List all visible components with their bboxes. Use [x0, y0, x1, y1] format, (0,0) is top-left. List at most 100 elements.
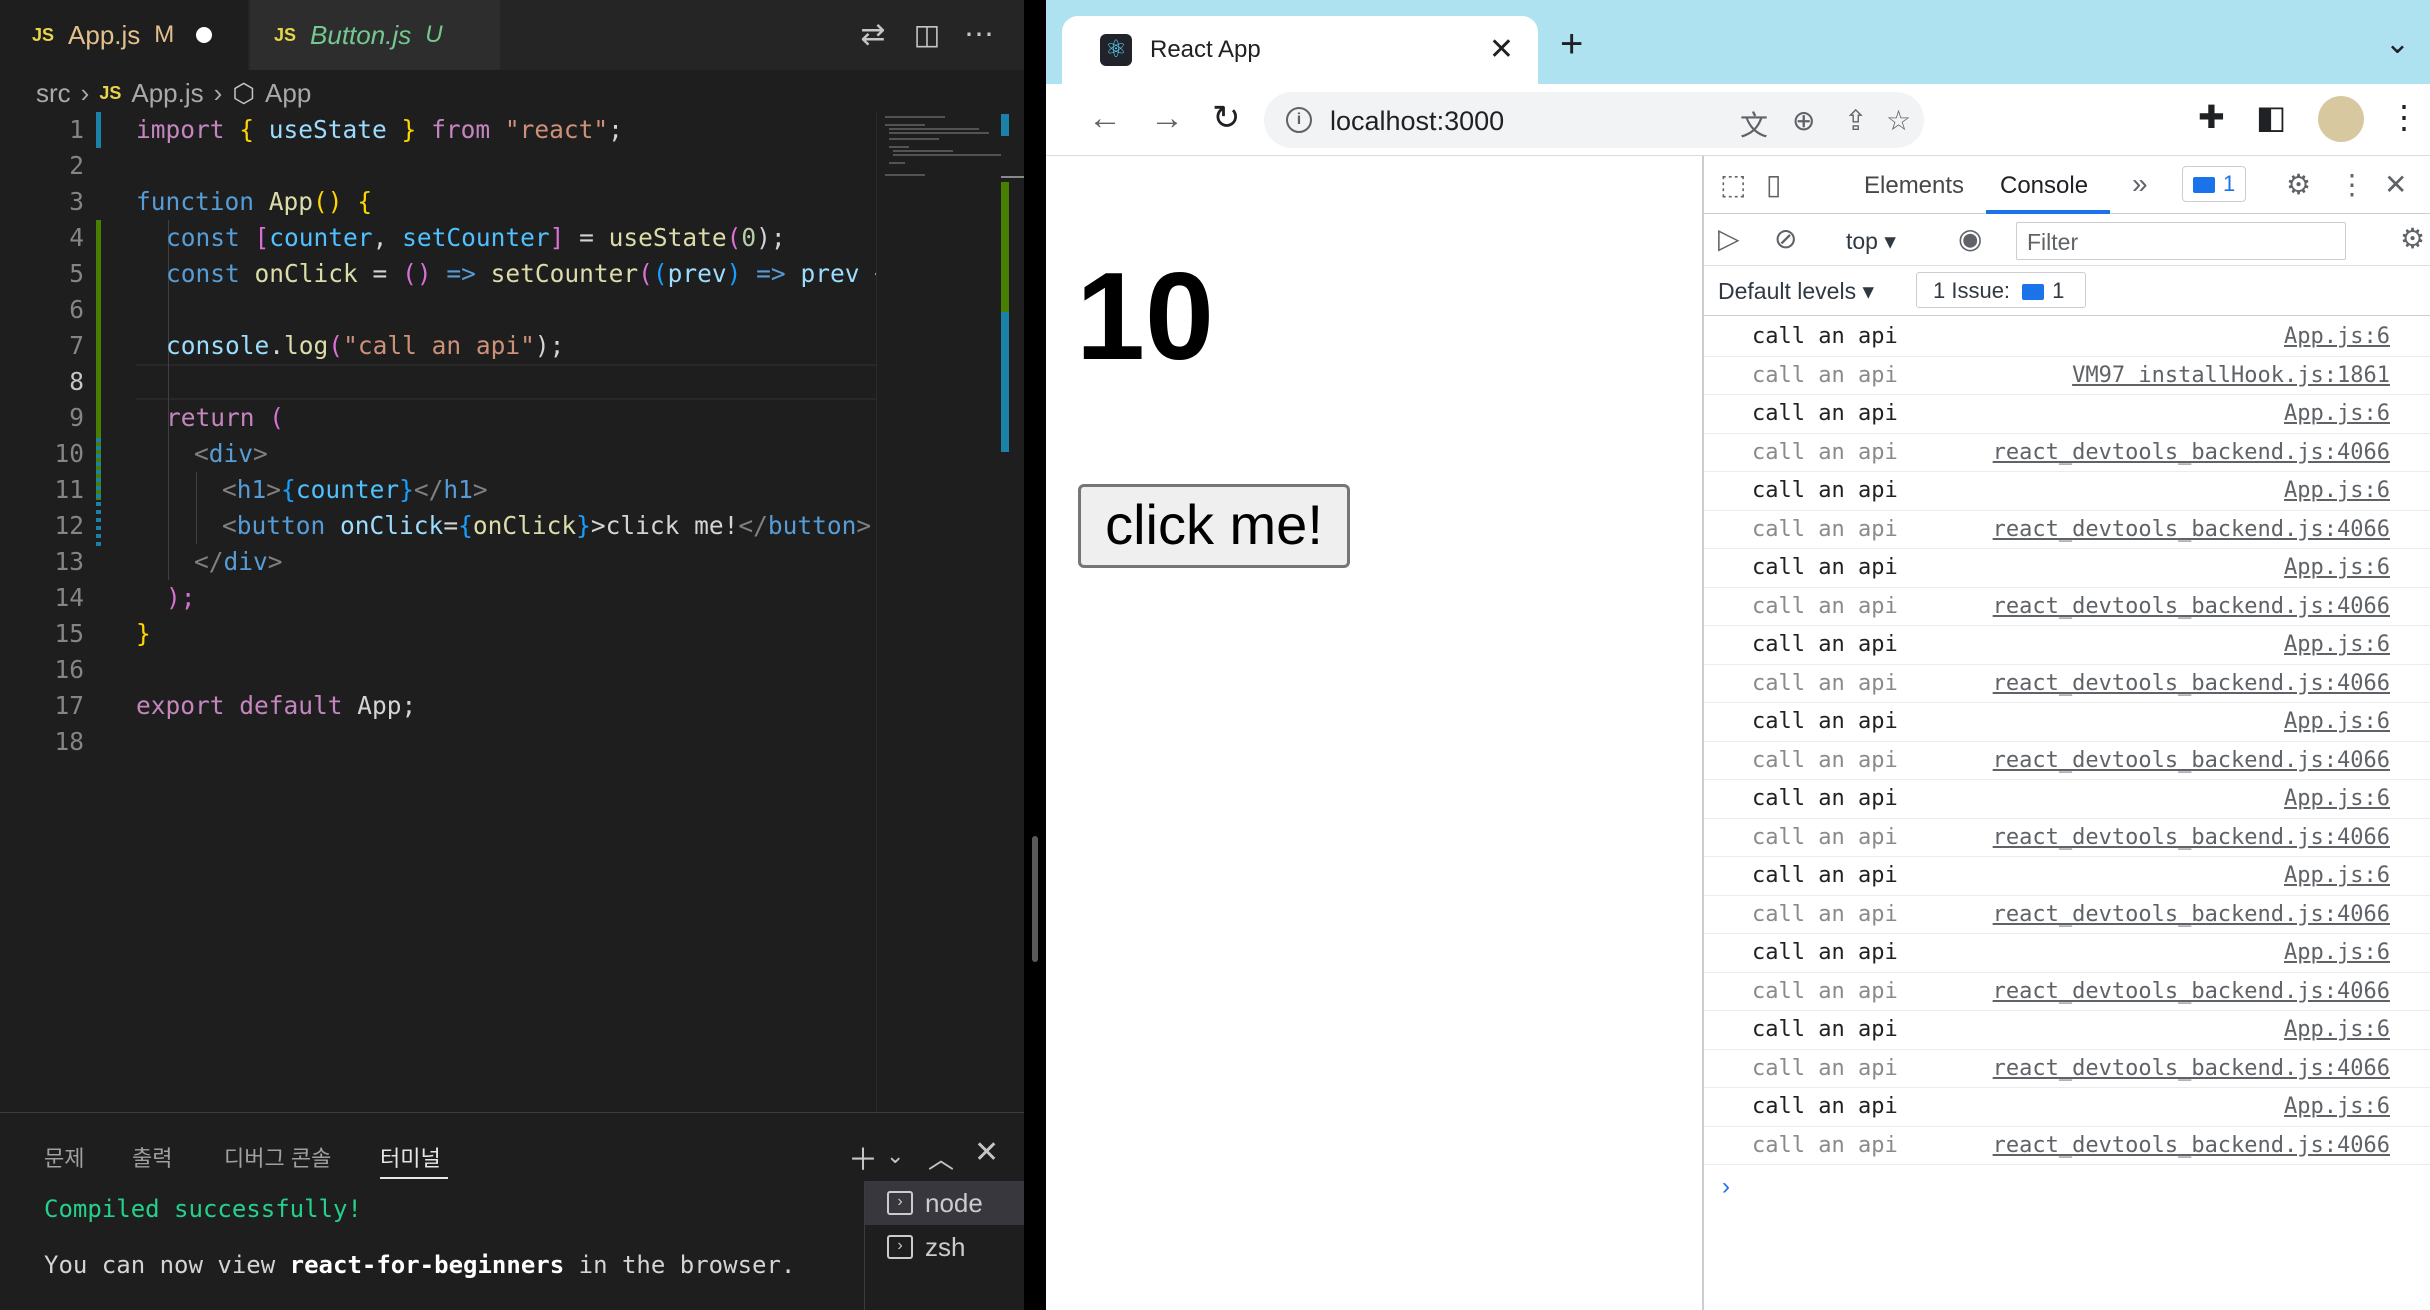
log-message: call an api [1752, 709, 1898, 734]
log-source-link[interactable]: App.js:6 [2284, 1088, 2390, 1126]
chrome-menu-icon[interactable]: ⋮ [2388, 98, 2420, 136]
log-source-link[interactable]: App.js:6 [2284, 549, 2390, 587]
tab-debug-console[interactable]: 디버그 콘솔 [224, 1141, 331, 1173]
issues-button[interactable]: 1 Issue: 1 [1916, 272, 2086, 308]
log-message: call an api [1752, 1094, 1898, 1119]
inspect-element-icon[interactable]: ⬚ [1720, 168, 1746, 201]
resize-handle[interactable] [1032, 836, 1038, 962]
browser-tab[interactable]: ⚛ React App ✕ [1062, 16, 1538, 84]
code-line: 15} [0, 616, 876, 652]
editor-scrollbar[interactable] [1001, 112, 1024, 1112]
log-message: call an api [1752, 1132, 1898, 1158]
tab-console[interactable]: Console [2000, 172, 2088, 200]
translate-icon[interactable]: 文 [1740, 104, 1768, 144]
log-source-link[interactable]: react_devtools_backend.js:4066 [1993, 896, 2390, 934]
profile-avatar[interactable] [2318, 96, 2364, 142]
console-log-row: call an api App.js:6 [1704, 626, 2430, 665]
tab-button-js[interactable]: JS Button.js U [250, 0, 500, 70]
address-bar[interactable]: i localhost:3000 文 ⊕ ⇪ ☆ [1264, 92, 1924, 148]
log-source-link[interactable]: VM97 installHook.js:1861 [2072, 357, 2390, 395]
line-number: 11 [54, 475, 84, 504]
context-selector[interactable]: top ▾ [1846, 228, 1896, 255]
code-editor[interactable]: 1 import { useState } from "react"; 2 3 fu… [0, 112, 889, 1112]
close-tab-icon[interactable]: ✕ [1489, 32, 1514, 67]
chevron-down-icon[interactable]: ⌄ [2385, 26, 2410, 61]
click-me-button[interactable]: click me! [1078, 484, 1350, 568]
show-sidebar-icon[interactable]: ▷ [1718, 222, 1740, 255]
log-source-link[interactable]: react_devtools_backend.js:4066 [1993, 434, 2390, 472]
device-toolbar-icon[interactable]: ▯ [1766, 168, 1781, 201]
log-source-link[interactable]: react_devtools_backend.js:4066 [1993, 665, 2390, 703]
tab-terminal[interactable]: 터미널 [380, 1141, 441, 1173]
tab-problems[interactable]: 문제 [44, 1141, 84, 1173]
extensions-puzzle-icon[interactable]: ✚ [2198, 98, 2225, 136]
tab-elements[interactable]: Elements [1864, 172, 1964, 200]
log-source-link[interactable]: react_devtools_backend.js:4066 [1993, 511, 2390, 549]
log-source-link[interactable]: react_devtools_backend.js:4066 [1993, 742, 2390, 780]
clear-console-icon[interactable]: ⊘ [1774, 222, 1797, 255]
split-editor-icon[interactable]: ◫ [910, 18, 944, 52]
filter-input[interactable]: Filter [2016, 222, 2346, 260]
log-source-link[interactable]: App.js:6 [2284, 780, 2390, 818]
more-options-icon[interactable]: ⋮ [2338, 168, 2366, 201]
breadcrumb-symbol[interactable]: App [265, 78, 311, 109]
log-source-link[interactable]: react_devtools_backend.js:4066 [1993, 973, 2390, 1011]
new-terminal-icon[interactable]: ＋ [848, 1135, 878, 1179]
code-line: 9 return ( [0, 400, 876, 436]
more-actions-icon[interactable]: ⋯ [962, 18, 996, 52]
console-toolbar: ▷ ⊘ top ▾ ◉ Filter ⚙ [1704, 214, 2430, 266]
tab-output[interactable]: 출력 [132, 1141, 172, 1173]
unsaved-dot-icon[interactable] [196, 27, 213, 43]
share-icon[interactable]: ⇪ [1844, 104, 1867, 137]
line-number: 2 [69, 151, 84, 180]
open-changes-icon[interactable]: ⇄ [856, 18, 890, 52]
code-line: 13 </div> [0, 544, 876, 580]
breadcrumb-file[interactable]: App.js [131, 78, 203, 109]
maximize-panel-icon[interactable]: ︿ [928, 1139, 954, 1176]
log-source-link[interactable]: App.js:6 [2284, 395, 2390, 433]
forward-arrow-icon[interactable]: → [1150, 98, 1184, 138]
log-source-link[interactable]: App.js:6 [2284, 626, 2390, 664]
live-expression-eye-icon[interactable]: ◉ [1958, 222, 1982, 255]
devtools-tab-bar: ⬚ ▯ Elements Console » 1 ⚙ ⋮ ✕ [1704, 156, 2430, 214]
zoom-icon[interactable]: ⊕ [1792, 104, 1815, 137]
log-source-link[interactable]: App.js:6 [2284, 934, 2390, 972]
more-tabs-icon[interactable]: » [2132, 168, 2148, 200]
side-panel-icon[interactable]: ◧ [2256, 98, 2286, 136]
tab-strip: ⚛ React App ✕ + ⌄ [1046, 0, 2430, 84]
terminal-output-line: You can now view react-for-beginners in … [44, 1251, 796, 1279]
browser-toolbar: ← → ↻ i localhost:3000 文 ⊕ ⇪ ☆ ✚ ◧ ⋮ [1046, 84, 2430, 156]
chevron-right-icon: › [80, 77, 90, 108]
terminal-node[interactable]: › node [865, 1181, 1025, 1225]
log-source-link[interactable]: App.js:6 [2284, 472, 2390, 510]
console-settings-gear-icon[interactable]: ⚙ [2400, 222, 2425, 255]
close-devtools-icon[interactable]: ✕ [2384, 168, 2407, 201]
reload-icon[interactable]: ↻ [1212, 98, 1241, 138]
console-prompt-icon[interactable]: › [1722, 1173, 1730, 1201]
url-text[interactable]: localhost:3000 [1330, 106, 1504, 137]
levels-dropdown[interactable]: Default levels ▾ [1718, 278, 1874, 305]
console-log-row: call an api react_devtools_backend.js:406… [1704, 511, 2430, 549]
line-number: 4 [69, 223, 84, 252]
breadcrumb-folder[interactable]: src [36, 78, 71, 109]
new-tab-icon[interactable]: + [1560, 24, 1583, 64]
settings-gear-icon[interactable]: ⚙ [2286, 168, 2311, 201]
log-source-link[interactable]: react_devtools_backend.js:4066 [1993, 819, 2390, 857]
site-info-icon[interactable]: i [1286, 107, 1312, 133]
messages-badge[interactable]: 1 [2182, 166, 2247, 202]
log-message: call an api [1752, 516, 1898, 542]
log-source-link[interactable]: react_devtools_backend.js:4066 [1993, 1050, 2390, 1088]
tab-app-js[interactable]: JS App.js M [0, 0, 248, 70]
chevron-down-icon[interactable]: ⌄ [886, 1143, 904, 1169]
bookmark-star-icon[interactable]: ☆ [1886, 104, 1911, 137]
minimap[interactable] [876, 112, 1003, 1112]
log-source-link[interactable]: react_devtools_backend.js:4066 [1993, 1127, 2390, 1165]
back-arrow-icon[interactable]: ← [1088, 98, 1122, 138]
close-panel-icon[interactable]: ✕ [974, 1135, 999, 1170]
log-source-link[interactable]: App.js:6 [2284, 1011, 2390, 1049]
log-source-link[interactable]: react_devtools_backend.js:4066 [1993, 588, 2390, 626]
log-source-link[interactable]: App.js:6 [2284, 857, 2390, 895]
terminal-zsh[interactable]: › zsh [865, 1225, 1025, 1269]
log-source-link[interactable]: App.js:6 [2284, 318, 2390, 356]
log-source-link[interactable]: App.js:6 [2284, 703, 2390, 741]
